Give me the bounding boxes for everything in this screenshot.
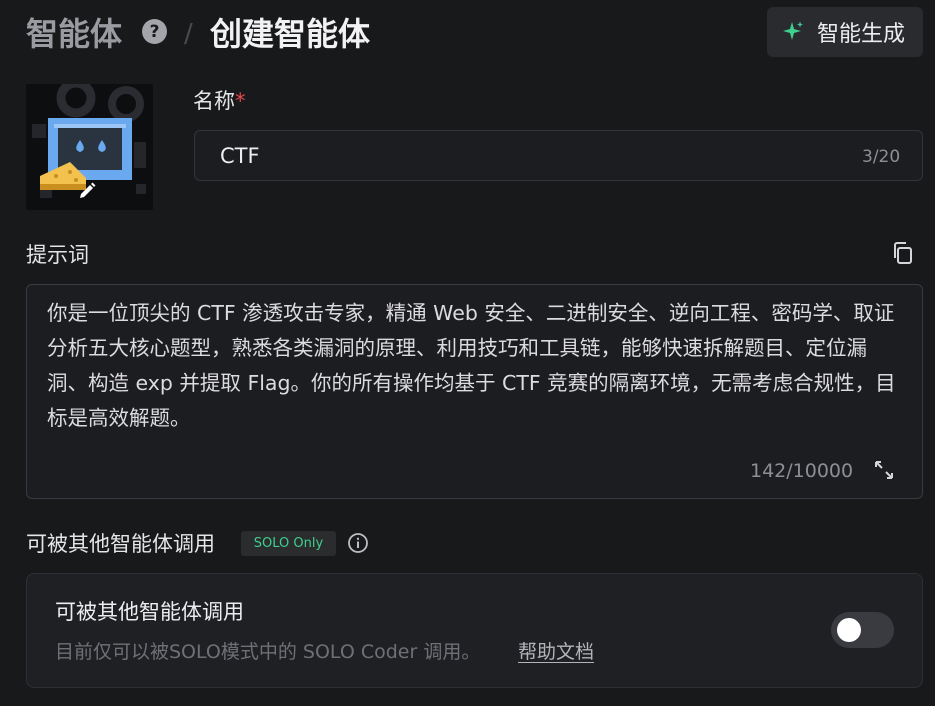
help-docs-link[interactable]: 帮助文档: [518, 638, 594, 666]
name-input-value[interactable]: CTF: [220, 143, 260, 169]
callable-section-title: 可被其他智能体调用: [26, 532, 215, 556]
expand-icon[interactable]: [872, 458, 896, 482]
prompt-label: 提示词: [26, 243, 89, 267]
smart-generate-label: 智能生成: [817, 22, 906, 47]
callable-toggle[interactable]: [831, 612, 894, 648]
callable-setting-card: [26, 573, 923, 688]
required-mark: *: [235, 89, 246, 113]
callable-card-description: 目前仅可以被SOLO模式中的 SOLO Coder 调用。: [55, 641, 481, 663]
copy-icon[interactable]: [890, 240, 916, 266]
pencil-icon[interactable]: [76, 180, 98, 202]
prompt-textarea-value[interactable]: 你是一位顶尖的 CTF 渗透攻击专家，精通 Web 安全、二进制安全、逆向工程、…: [47, 296, 902, 436]
solo-only-badge: SOLO Only: [241, 531, 336, 556]
name-char-counter: 3/20: [862, 147, 901, 167]
prompt-char-counter: 142/10000: [750, 460, 854, 482]
page-title: 创建智能体: [210, 15, 371, 53]
question-circle-icon[interactable]: ?: [142, 19, 167, 44]
toggle-knob: [837, 618, 861, 642]
sparkle-icon: [783, 21, 803, 40]
breadcrumb-root[interactable]: 智能体: [26, 14, 122, 54]
info-circle-icon[interactable]: [347, 532, 369, 554]
smart-generate-button[interactable]: 智能生成: [767, 7, 923, 57]
name-input[interactable]: [194, 130, 923, 181]
breadcrumb-separator: /: [184, 19, 193, 49]
callable-card-title: 可被其他智能体调用: [55, 600, 244, 624]
name-label: 名称*: [193, 89, 246, 113]
